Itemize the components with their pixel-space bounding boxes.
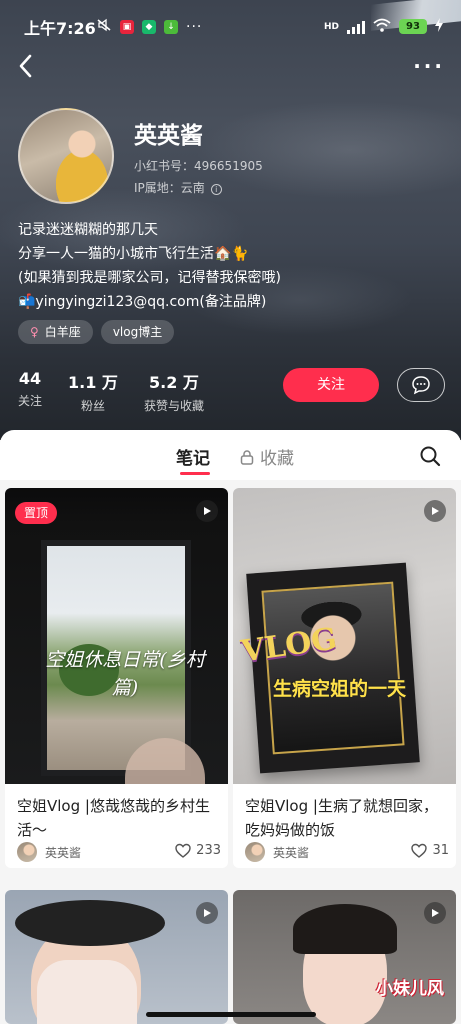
note-card[interactable]: VLOG 生病空姐的一天 空姐Vlog |生病了就想回家，吃妈妈做的饭 英英酱 … xyxy=(233,488,456,868)
ip-label: IP属地： xyxy=(134,181,181,195)
search-icon xyxy=(420,446,441,467)
cover-text: 空姐休息日常(乡村篇) xyxy=(45,649,205,699)
search-button[interactable] xyxy=(419,445,441,467)
note-footer: 英英酱 31 xyxy=(245,842,449,862)
stat-label: 关注 xyxy=(18,394,43,408)
note-cover: VLOG 生病空姐的一天 xyxy=(233,488,456,784)
xhs-id-label: 小红书号： xyxy=(134,159,195,173)
stat-label: 获赞与收藏 xyxy=(143,399,204,413)
author-avatar[interactable] xyxy=(245,842,265,862)
video-play-icon xyxy=(424,500,446,522)
author-avatar[interactable] xyxy=(17,842,37,862)
status-system-icons: HD 93 xyxy=(324,17,443,36)
stat-value: 1.1 万 xyxy=(68,373,118,392)
info-icon[interactable]: i xyxy=(210,184,222,195)
cover-text: 小妹儿风 xyxy=(376,979,444,999)
xhs-id-value: 496651905 xyxy=(194,159,263,173)
cover-text: 生病空姐的一天 xyxy=(273,678,407,700)
back-arrow-icon xyxy=(19,54,32,78)
ip-location-row: IP属地：云南 i xyxy=(134,179,222,196)
shield-icon: ◆ xyxy=(142,19,156,34)
tag-label: vlog博主 xyxy=(112,325,163,339)
tab-collections[interactable]: 收藏 xyxy=(240,444,294,469)
bio-line: 记录迷迷糊糊的那几天 xyxy=(18,222,158,238)
note-card[interactable] xyxy=(5,890,228,1024)
follow-button[interactable]: 关注 xyxy=(283,368,379,402)
back-button[interactable] xyxy=(16,52,38,80)
profile-bio: 记录迷迷糊糊的那几天 分享一人一猫的小城市飞行生活🏠🐈 (如果猜到我是哪家公司，… xyxy=(18,218,281,314)
tag-vlogger: vlog博主 xyxy=(100,320,175,344)
pinned-badge: 置顶 xyxy=(15,502,58,524)
charging-icon xyxy=(435,17,443,36)
heart-icon xyxy=(175,843,191,858)
network-label: HD xyxy=(323,21,339,32)
more-options-button[interactable]: ··· xyxy=(413,54,445,78)
like-count: 233 xyxy=(196,843,221,858)
stat-followers[interactable]: 1.1 万 粉丝 xyxy=(68,369,118,414)
status-notification-icons: ▣ ◆ ↓ ··· xyxy=(96,17,202,36)
cover-hair xyxy=(293,904,397,954)
cover-hat xyxy=(15,900,165,946)
cover-portrait xyxy=(261,581,405,755)
ip-location-value: 云南 xyxy=(180,181,205,195)
notes-feed: 空姐休息日常(乡村篇) 置顶 空姐Vlog |悠哉悠哉的乡村生活～ 英英酱 23… xyxy=(0,480,461,1024)
note-cover xyxy=(5,890,228,1024)
video-play-icon xyxy=(196,500,218,522)
stat-likes-and-collects[interactable]: 5.2 万 获赞与收藏 xyxy=(144,369,204,414)
note-title: 空姐Vlog |悠哉悠哉的乡村生活～ xyxy=(17,797,210,839)
mute-icon xyxy=(96,17,112,36)
bio-line: 📬yingyingzi123@qq.com(备注品牌) xyxy=(18,294,267,310)
stat-following[interactable]: 44 关注 xyxy=(18,369,42,414)
tag-zodiac: ♀ 白羊座 xyxy=(18,320,93,344)
message-button[interactable] xyxy=(397,368,445,402)
tag-label: 白羊座 xyxy=(44,325,81,339)
lock-icon xyxy=(240,449,254,465)
active-tab-indicator xyxy=(180,472,210,475)
video-play-icon xyxy=(196,902,218,924)
status-bar: 上午7:26 ▣ ◆ ↓ ··· HD 93 xyxy=(0,0,461,52)
cover-photo-card xyxy=(246,562,420,774)
content-tabs: 笔记 收藏 xyxy=(0,430,461,480)
author-name[interactable]: 英英酱 xyxy=(45,844,81,861)
status-time: 上午7:26 xyxy=(24,19,96,38)
note-title: 空姐Vlog |生病了就想回家，吃妈妈做的饭 xyxy=(245,797,438,839)
stat-value: 5.2 万 xyxy=(148,373,199,392)
stat-label: 粉丝 xyxy=(80,399,105,413)
profile-stats: 44 关注 1.1 万 粉丝 5.2 万 获赞与收藏 xyxy=(18,369,204,414)
female-icon: ♀ xyxy=(30,325,39,339)
tab-collections-label: 收藏 xyxy=(260,449,294,469)
app-notification-icon: ▣ xyxy=(120,19,134,34)
cover-mask xyxy=(37,960,137,1024)
video-play-icon xyxy=(424,902,446,924)
xhs-id-row[interactable]: 小红书号：496651905 xyxy=(134,157,263,174)
profile-name: 英英酱 xyxy=(134,123,203,149)
note-card[interactable]: 空姐休息日常(乡村篇) 置顶 空姐Vlog |悠哉悠哉的乡村生活～ 英英酱 23… xyxy=(5,488,228,868)
profile-header: 上午7:26 ▣ ◆ ↓ ··· HD 93 ··· 英英酱 小红书号：4966… xyxy=(0,0,461,440)
stat-value: 44 xyxy=(18,369,42,388)
home-indicator[interactable] xyxy=(146,1012,316,1017)
download-icon: ↓ xyxy=(164,19,178,34)
note-cover: 空姐休息日常(乡村篇) 置顶 xyxy=(5,488,228,784)
like-button[interactable]: 233 xyxy=(175,843,221,858)
profile-avatar[interactable] xyxy=(18,108,114,204)
note-card[interactable]: 小妹儿风 xyxy=(233,890,456,1024)
like-button[interactable]: 31 xyxy=(411,843,449,858)
battery-indicator: 93 xyxy=(399,19,427,34)
signal-icon xyxy=(347,20,365,34)
wifi-icon xyxy=(373,17,391,36)
bio-line: 分享一人一猫的小城市飞行生活🏠🐈 xyxy=(18,246,249,262)
bio-line: (如果猜到我是哪家公司，记得替我保密哦) xyxy=(18,270,281,286)
like-count: 31 xyxy=(432,843,449,858)
heart-icon xyxy=(411,843,428,858)
author-name[interactable]: 英英酱 xyxy=(273,844,309,861)
tab-notes[interactable]: 笔记 xyxy=(176,444,210,469)
note-footer: 英英酱 233 xyxy=(17,842,221,862)
note-cover: 小妹儿风 xyxy=(233,890,456,1024)
more-notifications-icon: ··· xyxy=(186,18,203,35)
profile-tags: ♀ 白羊座 vlog博主 xyxy=(18,320,175,344)
chat-bubble-icon xyxy=(412,376,430,395)
